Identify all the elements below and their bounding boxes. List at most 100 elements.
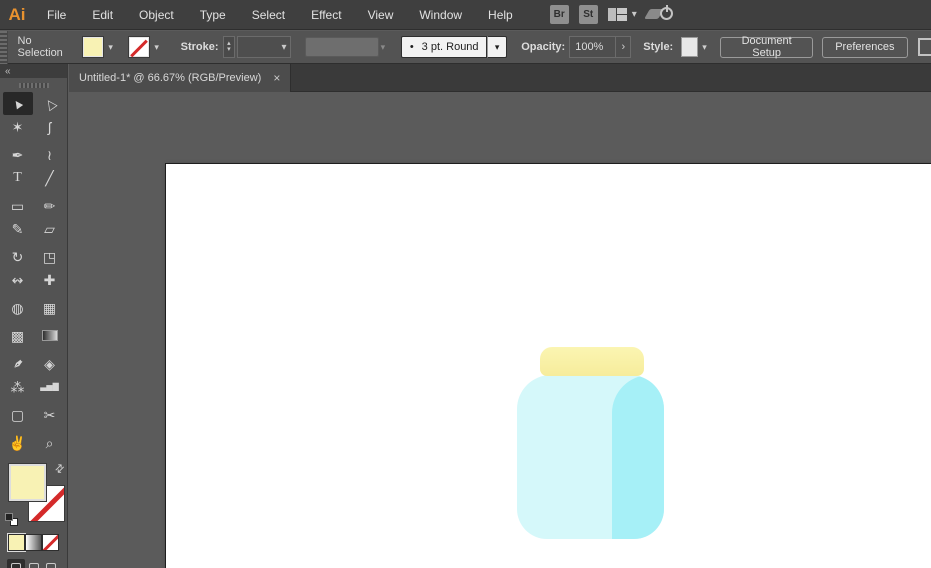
stroke-color-swatch[interactable] [127, 36, 150, 58]
menu-type[interactable]: Type [187, 0, 239, 30]
swap-fill-stroke-icon[interactable]: ⇄ [52, 461, 67, 476]
paintbrush-tool[interactable]: ✏ [35, 194, 65, 217]
draw-behind-button[interactable] [25, 559, 43, 568]
style-chevron-icon[interactable]: ▾ [698, 37, 711, 57]
curvature-tool-icon: ≀ [46, 146, 53, 163]
eraser-tool[interactable]: ▱ [35, 217, 65, 240]
selection-tool[interactable]: ▲ [2, 92, 33, 115]
fill-chevron-icon[interactable]: ▾ [103, 37, 119, 57]
menu-edit[interactable]: Edit [79, 0, 126, 30]
bridge-button[interactable]: Br [549, 5, 569, 24]
eyedropper-tool[interactable]: ✒ [3, 352, 33, 375]
shape-builder-tool[interactable]: ◍ [3, 296, 33, 319]
type-tool-icon: T [13, 169, 22, 185]
control-bar-grip[interactable] [0, 30, 8, 64]
tool-row: ▢ ✂ [0, 403, 67, 426]
artboard[interactable] [165, 163, 931, 568]
tool-row: ↭ ✚ [0, 268, 67, 291]
stepper-down-icon[interactable]: ▾ [227, 46, 231, 53]
shaper-tool[interactable]: ✎ [3, 217, 33, 240]
fill-color-swatch[interactable] [81, 36, 104, 58]
tools-panel-grip[interactable] [18, 83, 49, 88]
rectangle-tool[interactable]: ▭ [3, 194, 33, 217]
stroke-label: Stroke: [180, 41, 219, 53]
hand-tool-icon: ✌ [8, 434, 27, 451]
opacity-arrow-icon[interactable]: › [616, 36, 632, 58]
collapse-panel-icon[interactable]: « [5, 66, 10, 77]
pen-tool[interactable]: ✒ [3, 143, 33, 166]
lasso-tool[interactable]: ʃ [35, 115, 65, 138]
gradient-tool[interactable] [35, 324, 65, 347]
direct-selection-tool[interactable]: △ [35, 92, 65, 115]
document-setup-button[interactable]: Document Setup [720, 35, 814, 59]
canvas-area[interactable] [69, 92, 931, 568]
menu-window[interactable]: Window [406, 0, 475, 30]
width-tool[interactable]: ↭ [3, 268, 33, 291]
mesh-tool[interactable]: ▩ [3, 324, 33, 347]
rotate-tool[interactable]: ↻ [3, 245, 33, 268]
stroke-color-combo[interactable]: ▾ [127, 36, 165, 58]
menu-view[interactable]: View [355, 0, 407, 30]
color-button[interactable] [7, 533, 26, 552]
stroke-width-stepper[interactable]: ▴ ▾ [222, 36, 236, 58]
default-fill-stroke-icon[interactable] [5, 513, 18, 526]
variable-width-profile-dropdown[interactable] [304, 37, 379, 57]
line-segment-tool-icon: ╱ [45, 169, 54, 186]
gpu-performance-icon[interactable] [643, 4, 673, 24]
none-button[interactable] [42, 534, 59, 551]
eyedropper-tool-icon: ✒ [7, 353, 28, 374]
gradient-button[interactable] [25, 534, 42, 551]
jar-shade-shape[interactable] [612, 375, 664, 539]
close-tab-icon[interactable]: × [273, 71, 280, 85]
symbol-sprayer-tool[interactable]: ⁂ [3, 375, 33, 398]
fill-color-combo[interactable]: ▾ [81, 36, 119, 58]
perspective-grid-tool[interactable]: ▦ [35, 296, 65, 319]
magic-wand-tool-icon: ✶ [11, 118, 24, 135]
jar-lid-shape[interactable] [540, 347, 644, 376]
draw-inside-button[interactable] [42, 559, 60, 568]
menu-object[interactable]: Object [126, 0, 187, 30]
fill-indicator[interactable] [8, 463, 47, 502]
style-label: Style: [643, 41, 674, 53]
style-swatch[interactable] [681, 37, 698, 57]
document-tab[interactable]: Untitled-1* @ 66.67% (RGB/Preview) × [69, 64, 292, 92]
workspace-switcher[interactable]: ▾ [607, 7, 637, 22]
column-graph-tool[interactable]: ▃▅▇ [35, 375, 65, 398]
magic-wand-tool[interactable]: ✶ [3, 115, 33, 138]
stroke-width-dropdown[interactable]: ▾ [237, 36, 291, 58]
color-mode-row [0, 528, 67, 552]
stroke-chevron-icon[interactable]: ▾ [149, 37, 165, 57]
artboard-tool[interactable]: ▢ [3, 403, 33, 426]
puppet-warp-tool[interactable]: ✚ [35, 268, 65, 291]
slice-tool-icon: ✂ [43, 406, 56, 423]
menu-effect[interactable]: Effect [298, 0, 354, 30]
menu-file[interactable]: File [34, 0, 79, 30]
preferences-button[interactable]: Preferences [822, 36, 908, 58]
hand-tool[interactable]: ✌ [3, 431, 33, 454]
blend-tool[interactable]: ◈ [35, 352, 65, 375]
type-tool[interactable]: T [3, 166, 33, 189]
brush-chevron-icon[interactable]: ▾ [487, 36, 508, 58]
menu-bar: Ai File Edit Object Type Select Effect V… [0, 0, 931, 30]
zoom-tool[interactable]: ⌕ [35, 431, 65, 454]
stock-button[interactable]: St [578, 5, 598, 24]
line-segment-tool[interactable]: ╱ [35, 166, 65, 189]
scale-tool[interactable]: ◳ [35, 245, 65, 268]
rectangle-tool-icon: ▭ [10, 197, 25, 214]
menu-select[interactable]: Select [239, 0, 298, 30]
opacity-label: Opacity: [521, 41, 566, 53]
tool-row: ⁂ ▃▅▇ [0, 375, 67, 398]
opacity-input[interactable]: 100% [569, 36, 617, 58]
panel-icon[interactable] [917, 38, 931, 56]
curvature-tool[interactable]: ≀ [35, 143, 65, 166]
brush-definition-combo[interactable]: • 3 pt. Round ▾ [401, 36, 508, 58]
jar-body-shape[interactable] [517, 375, 664, 539]
draw-normal-button[interactable] [7, 559, 25, 568]
tool-row: ▭ ✏ [0, 194, 67, 217]
tools-panel: « ▲ △ ✶ ʃ ✒ ≀ T ╱ ▭ ✏ ✎ ▱ ↻ ◳ ↭ ✚ ◍ ▦ ▩ … [0, 64, 68, 568]
brush-field[interactable]: • 3 pt. Round [401, 36, 488, 58]
scale-tool-icon: ◳ [42, 248, 57, 265]
slice-tool[interactable]: ✂ [35, 403, 65, 426]
menu-help[interactable]: Help [475, 0, 526, 30]
gradient-tool-icon [41, 330, 58, 341]
